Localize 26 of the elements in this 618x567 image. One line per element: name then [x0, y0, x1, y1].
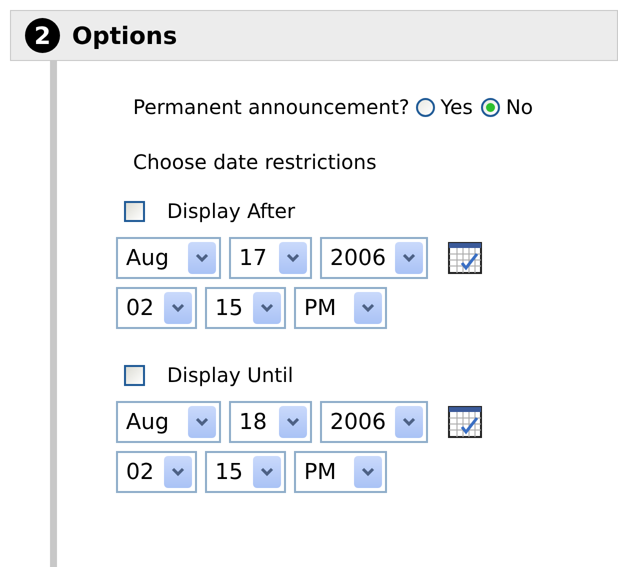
checkbox-option[interactable]: Display Until — [124, 357, 542, 393]
dropdown[interactable]: Aug — [116, 237, 221, 279]
radio-option[interactable]: No — [480, 92, 534, 122]
step-number: 2 — [25, 18, 60, 53]
checkbox[interactable] — [124, 364, 145, 386]
dropdown[interactable]: 2006 — [320, 237, 428, 279]
dropdown[interactable]: 17 — [229, 237, 312, 279]
radio-option[interactable]: Yes — [416, 92, 473, 122]
question-label: Permanent announcement? — [133, 94, 410, 121]
dropdown[interactable]: Aug — [116, 401, 221, 443]
dropdown[interactable]: 15 — [205, 287, 286, 329]
section-title: Options — [72, 20, 178, 52]
date-restrictions-heading: Choose date restrictions — [133, 149, 378, 176]
dropdown[interactable]: 2006 — [320, 401, 428, 443]
calendar-icon[interactable] — [448, 406, 482, 438]
dropdown[interactable]: PM — [294, 287, 387, 329]
radio-button[interactable] — [480, 98, 500, 116]
dropdown[interactable]: 02 — [116, 451, 197, 493]
checkbox[interactable] — [124, 200, 145, 222]
dropdown[interactable]: 18 — [229, 401, 312, 443]
dropdown[interactable]: PM — [294, 451, 387, 493]
dropdown[interactable]: 02 — [116, 287, 197, 329]
calendar-icon[interactable] — [448, 242, 482, 274]
dropdown[interactable]: 15 — [205, 451, 286, 493]
radio-button[interactable] — [416, 98, 435, 116]
checkbox-option[interactable]: Display After — [124, 193, 542, 229]
